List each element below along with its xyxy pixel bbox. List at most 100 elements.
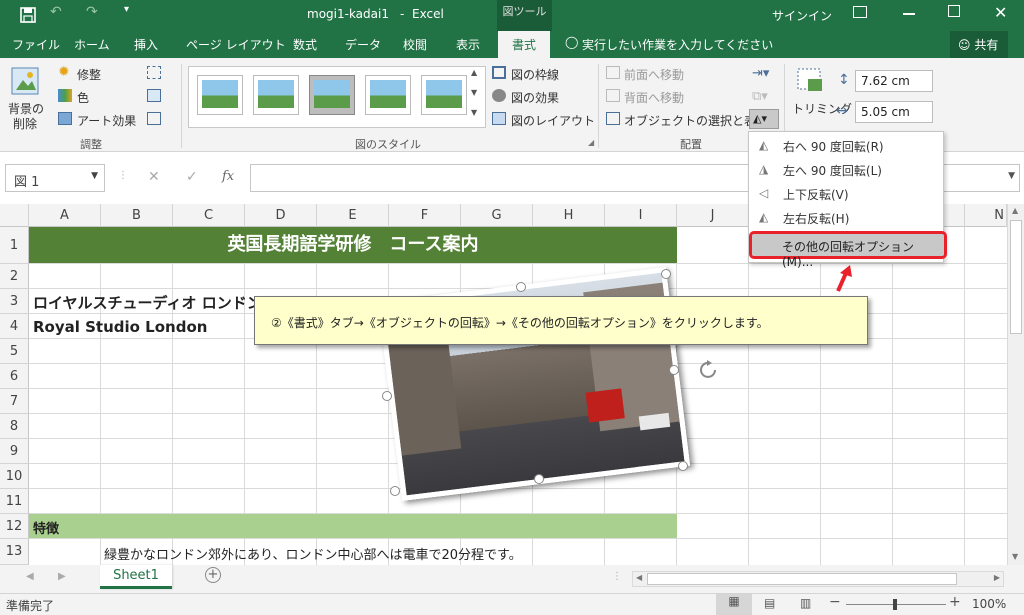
resize-handle[interactable] [382,391,392,401]
scroll-up-icon[interactable]: ▲ [1012,206,1018,215]
row-header-6[interactable]: 6 [0,364,29,389]
maximize-icon[interactable] [948,5,960,17]
row-header-12[interactable]: 12 [0,514,29,539]
cell-a4[interactable]: Royal Studio London [33,318,207,336]
cell-a3[interactable]: ロイヤルスチューディオ ロンドン [33,292,262,313]
row-header-4[interactable]: 4 [0,314,29,339]
picture-style-5[interactable] [421,75,467,115]
column-header-c[interactable]: C [173,204,245,227]
zoom-slider-thumb[interactable] [893,599,897,610]
picture-style-2[interactable] [253,75,299,115]
corrections-button[interactable]: 修整 [77,66,101,83]
scroll-sheets-left-icon[interactable]: ◀ [26,571,34,582]
row-header-13[interactable]: 13 [0,539,29,565]
vertical-scroll-thumb[interactable] [1010,220,1022,334]
resize-handle[interactable] [669,365,679,375]
signin-link[interactable]: サインイン [772,7,832,24]
redo-icon[interactable]: ↷ [86,4,98,20]
row-header-8[interactable]: 8 [0,414,29,439]
tab-page-layout[interactable]: ページ レイアウト [186,36,286,53]
minimize-icon[interactable] [903,13,915,15]
column-header-g[interactable]: G [461,204,533,227]
save-icon[interactable] [20,7,36,23]
gallery-down-icon[interactable]: ▼ [471,88,477,97]
picture-border-button[interactable]: 図の枠線 [511,66,559,83]
group-icon[interactable]: ⧉▾ [752,89,768,104]
resize-handle[interactable] [516,282,526,292]
column-header-d[interactable]: D [245,204,317,227]
rotate-objects-icon[interactable]: ◭▾ [749,109,779,129]
resize-handle[interactable] [678,461,688,471]
picture-effects-button[interactable]: 図の効果 [511,89,559,106]
change-picture-icon[interactable] [147,89,161,102]
share-button[interactable]: ☺ 共有 [950,31,1008,58]
picture-style-4[interactable] [365,75,411,115]
column-header-n[interactable]: N [965,204,1007,227]
tab-data[interactable]: データ [345,36,381,53]
width-input[interactable]: 5.05 cm [855,101,933,123]
sheet-tab-sheet1[interactable]: Sheet1 [100,565,172,589]
dialog-launcher-icon[interactable]: ◢ [588,138,594,147]
picture-layout-button[interactable]: 図のレイアウト [511,112,595,129]
column-header-b[interactable]: B [101,204,173,227]
name-box[interactable]: 図 1 ▼ [5,164,105,192]
zoom-in-icon[interactable]: + [949,594,961,610]
cell-b13[interactable]: 緑豊かなロンドン郊外にあり、ロンドン中心部へは電車で20分程です。 [104,544,522,563]
enter-icon[interactable]: ✓ [186,169,198,185]
align-icon[interactable]: ⇥▾ [752,66,769,81]
gallery-up-icon[interactable]: ▲ [471,68,477,77]
tab-insert[interactable]: 挿入 [134,36,158,53]
more-rotation-options-item[interactable]: その他の回転オプション(M)... [749,231,947,269]
compress-pictures-icon[interactable] [147,66,161,79]
row-header-5[interactable]: 5 [0,339,29,364]
bring-forward-button[interactable]: 前面へ移動 [624,66,684,83]
artistic-effects-button[interactable]: アート効果 [77,112,136,129]
horizontal-scrollbar[interactable]: ◀ ▶ [632,571,1004,587]
normal-view-icon[interactable]: ▦ [716,594,752,615]
rotate-right-90-item[interactable]: ◭ 右へ 90 度回転(R) [749,134,945,158]
tab-home[interactable]: ホーム [74,36,110,53]
send-backward-button[interactable]: 背面へ移動 [624,89,684,106]
zoom-out-icon[interactable]: − [829,594,841,610]
insert-function-icon[interactable]: fx [222,169,234,184]
reset-picture-icon[interactable] [147,112,161,125]
flip-vertical-item[interactable]: ◁ 上下反転(V) [749,182,945,206]
height-input[interactable]: 7.62 cm [855,70,933,92]
zoom-slider[interactable] [846,599,946,610]
add-sheet-icon[interactable]: + [205,567,221,583]
tab-file[interactable]: ファイル [12,36,60,53]
feature-header-cell[interactable]: 特徴 [29,514,677,538]
scroll-right-icon[interactable]: ▶ [994,573,1000,582]
zoom-level[interactable]: 100% [972,597,1006,611]
rotate-left-90-item[interactable]: ◮ 左へ 90 度回転(L) [749,158,945,182]
cancel-icon[interactable]: ✕ [148,169,160,185]
close-icon[interactable]: ✕ [994,3,1007,22]
horizontal-scroll-thumb[interactable] [647,573,957,585]
tab-review[interactable]: 校閲 [403,36,427,53]
page-layout-view-icon[interactable]: ▤ [764,596,775,610]
scroll-sheets-right-icon[interactable]: ▶ [58,571,66,582]
remove-background-button[interactable]: 背景の 削除 [6,62,44,132]
tell-me-box[interactable]: 実行したい作業を入力してください [582,36,773,53]
tab-view[interactable]: 表示 [456,36,480,53]
column-header-i[interactable]: I [605,204,677,227]
tab-formulas[interactable]: 数式 [293,36,317,53]
page-break-view-icon[interactable]: ▥ [800,596,811,610]
selection-pane-button[interactable]: オブジェクトの選択と表示 [624,112,768,129]
resize-handle[interactable] [534,474,544,484]
rotate-handle-icon[interactable] [697,358,721,382]
resize-handle[interactable] [661,269,671,279]
gallery-more-icon[interactable]: ▼ [471,108,477,117]
scroll-down-icon[interactable]: ▼ [1012,552,1018,561]
row-header-9[interactable]: 9 [0,439,29,464]
row-header-11[interactable]: 11 [0,489,29,514]
column-header-a[interactable]: A [29,204,101,227]
undo-icon[interactable]: ↶ [50,4,62,20]
column-header-j[interactable]: J [677,204,749,227]
row-header-10[interactable]: 10 [0,464,29,489]
vertical-scrollbar-track[interactable]: ▲ ▼ [1007,204,1024,565]
resize-handle[interactable] [390,486,400,496]
row-header-1[interactable]: 1 [0,227,29,264]
picture-style-3[interactable] [309,75,355,115]
color-button[interactable]: 色 [77,89,89,106]
